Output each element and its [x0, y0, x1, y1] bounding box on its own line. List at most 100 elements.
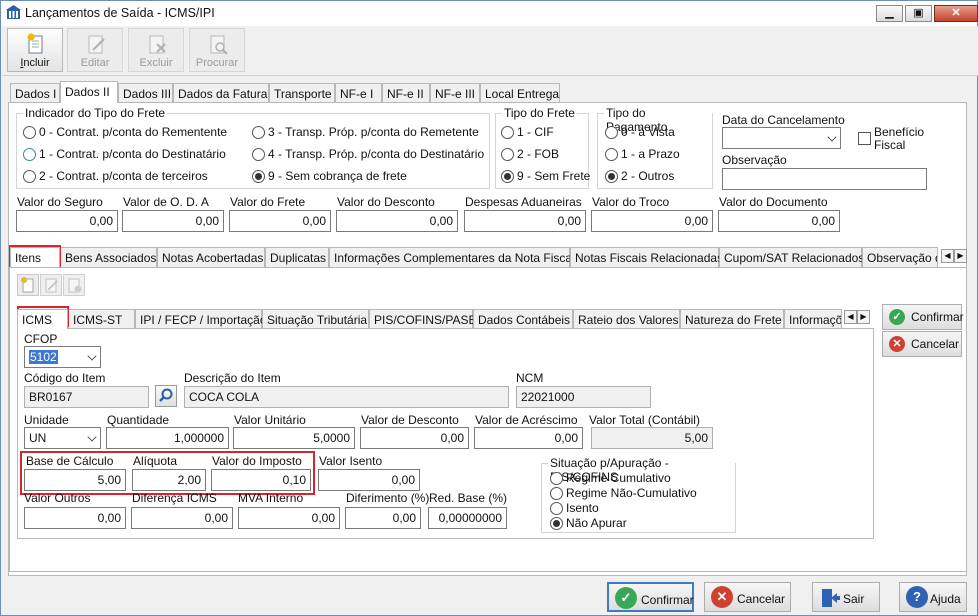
tab-notas-acobertadas[interactable]: Notas Acobertadas — [157, 247, 265, 267]
mva-interno-input[interactable]: 0,00 — [238, 507, 340, 529]
confirmar-button[interactable]: ✓ Confirmar — [607, 582, 694, 612]
valor-total-input[interactable]: 5,00 — [591, 427, 713, 449]
close-button[interactable]: ✕ — [934, 5, 978, 22]
valor-isento-input[interactable]: 0,00 — [318, 469, 420, 491]
tab-itens[interactable]: Itens — [10, 247, 60, 267]
item-cancelar-button[interactable]: ✕ Cancelar — [882, 331, 962, 357]
close-icon: ✕ — [951, 7, 961, 19]
excluir-button[interactable]: Excluir — [128, 28, 184, 72]
valor-desconto-item-input[interactable]: 0,00 — [360, 427, 469, 449]
diferimento-input[interactable]: 0,00 — [345, 507, 421, 529]
valor-unitario-input[interactable]: 5,0000 — [233, 427, 355, 449]
tab-situacao-tributaria[interactable]: Situação Tributária — [262, 309, 369, 329]
tab-ipi-fecp[interactable]: IPI / FECP / Importação — [135, 309, 267, 329]
tipo-frete-fob[interactable]: 2 - FOB — [501, 147, 559, 161]
tab-duplicatas[interactable]: Duplicatas — [265, 247, 329, 267]
valor-documento-input[interactable]: 0,00 — [718, 210, 840, 232]
tab-dados-contabeis[interactable]: Dados Contábeis — [473, 309, 573, 329]
apuracao-nao-cumulativo[interactable]: Regime Não-Cumulativo — [550, 486, 697, 500]
tab-informacoes-complementares[interactable]: Informações Complementares da Nota Fisca… — [329, 247, 575, 267]
cancel-icon: ✕ — [889, 336, 905, 352]
cfop-select[interactable]: 5102 — [24, 346, 101, 368]
apuracao-isento[interactable]: Isento — [550, 501, 599, 515]
delete-item-button[interactable] — [63, 274, 85, 296]
diferenca-icms-input[interactable]: 0,00 — [131, 507, 233, 529]
tab-scroll-right-button[interactable]: ▶ — [954, 249, 967, 263]
tab-dados-i[interactable]: Dados I — [10, 83, 60, 103]
minimize-icon: ▁ — [885, 7, 894, 19]
search-item-button[interactable] — [155, 385, 177, 407]
pagamento-vista[interactable]: 0 - à Vista — [605, 125, 675, 139]
procurar-label: Procurar — [195, 57, 239, 69]
valor-seguro-input[interactable]: 0,00 — [16, 210, 118, 232]
procurar-button[interactable]: Procurar — [189, 28, 245, 72]
valor-troco-input[interactable]: 0,00 — [591, 210, 713, 232]
valor-unitario-label: Valor Unitário — [234, 413, 306, 427]
sair-button[interactable]: Sair — [812, 582, 880, 612]
tab-natureza-frete[interactable]: Natureza do Frete — [680, 309, 784, 329]
frete-option-4[interactable]: 4 - Transp. Próp. p/conta do Destinatári… — [252, 147, 484, 161]
valor-acrescimo-input[interactable]: 0,00 — [474, 427, 583, 449]
red-base-input[interactable]: 0,00000000 — [428, 507, 507, 529]
descricao-item-input[interactable]: COCA COLA — [184, 386, 509, 408]
tab-notas-relacionadas[interactable]: Notas Fiscais Relacionadas — [570, 247, 723, 267]
tab-icms-st[interactable]: ICMS-ST — [68, 309, 135, 329]
tab-dados-iii[interactable]: Dados III — [118, 83, 173, 103]
tab-nfe-iii[interactable]: NF-e III — [430, 83, 480, 103]
valor-desconto-input[interactable]: 0,00 — [336, 210, 458, 232]
editar-button[interactable]: Editar — [67, 28, 123, 72]
valor-oda-input[interactable]: 0,00 — [122, 210, 224, 232]
tab-bens-associados[interactable]: Bens Associados — [60, 247, 157, 267]
pagamento-prazo[interactable]: 1 - a Prazo — [605, 147, 680, 161]
quantidade-input[interactable]: 1,000000 — [106, 427, 229, 449]
chevron-down-icon — [87, 351, 97, 361]
unidade-label: Unidade — [24, 413, 69, 427]
building-icon — [6, 5, 21, 19]
tab-dados-ii[interactable]: Dados II — [60, 81, 118, 103]
frete-option-1[interactable]: 1 - Contrat. p/conta do Destinatário — [23, 147, 226, 161]
frete-option-9[interactable]: 9 - Sem cobrança de frete — [252, 169, 407, 183]
tipo-frete-sem[interactable]: 9 - Sem Frete — [501, 169, 590, 183]
item-tab-scroll-right[interactable]: ▶ — [857, 310, 870, 324]
tab-nfe-ii[interactable]: NF-e II — [382, 83, 430, 103]
codigo-item-input[interactable]: BR0167 — [24, 386, 149, 408]
tab-nfe-i[interactable]: NF-e I — [335, 83, 382, 103]
valor-acrescimo-label: Valor de Acréscimo — [475, 413, 578, 427]
tipo-frete-cif[interactable]: 1 - CIF — [501, 125, 554, 139]
observacao-input[interactable] — [722, 168, 927, 190]
tab-icms[interactable]: ICMS — [17, 309, 68, 329]
tab-rateio-valores[interactable]: Rateio dos Valores — [573, 309, 680, 329]
tab-transporte[interactable]: Transporte — [269, 83, 335, 103]
tab-local-entrega[interactable]: Local Entrega — [480, 83, 560, 103]
incluir-button[interactable]: Incluir — [7, 28, 63, 72]
ncm-input[interactable]: 22021000 — [516, 386, 651, 408]
editar-label: Editar — [80, 57, 110, 69]
add-item-button[interactable] — [17, 274, 39, 296]
frete-option-0[interactable]: 0 - Contrat. p/conta do Rementente — [23, 125, 227, 139]
frete-option-3[interactable]: 3 - Transp. Próp. p/conta do Remetente — [252, 125, 479, 139]
beneficio-checkbox[interactable] — [858, 132, 871, 145]
edit-item-button[interactable] — [40, 274, 62, 296]
maximize-button[interactable]: ▣ — [905, 5, 932, 22]
valor-desconto-item-label: Valor de Desconto — [361, 413, 459, 427]
cancelar-button[interactable]: ✕ Cancelar — [704, 582, 791, 612]
tab-scroll-left-button[interactable]: ◀ — [941, 249, 954, 263]
ajuda-button[interactable]: ? Ajuda — [899, 582, 967, 612]
apuracao-cumulativo[interactable]: Regime Cumulativo — [550, 471, 671, 485]
tab-cupom-sat[interactable]: Cupom/SAT Relacionados — [719, 247, 864, 267]
valor-outros-input[interactable]: 0,00 — [24, 507, 126, 529]
cancelamento-date-picker[interactable] — [722, 127, 841, 149]
despesas-aduaneiras-input[interactable]: 0,00 — [464, 210, 586, 232]
valor-frete-input[interactable]: 0,00 — [229, 210, 331, 232]
tab-informacoes[interactable]: Informações — [784, 309, 842, 329]
frete-option-2[interactable]: 2 - Contrat. p/conta de terceiros — [23, 169, 208, 183]
pagamento-outros[interactable]: 2 - Outros — [605, 169, 674, 183]
minimize-button[interactable]: ▁ — [876, 5, 903, 22]
item-tab-scroll-left[interactable]: ◀ — [844, 310, 857, 324]
tab-dados-fatura[interactable]: Dados da Fatura — [173, 83, 269, 103]
unidade-select[interactable]: UN — [24, 427, 101, 449]
item-confirmar-button[interactable]: ✓ Confirmar — [882, 304, 964, 330]
tab-pis-cofins[interactable]: PIS/COFINS/PASEP — [369, 309, 484, 329]
tab-observacao[interactable]: Observação d — [862, 247, 938, 267]
apuracao-nao-apurar[interactable]: Não Apurar — [550, 516, 627, 530]
